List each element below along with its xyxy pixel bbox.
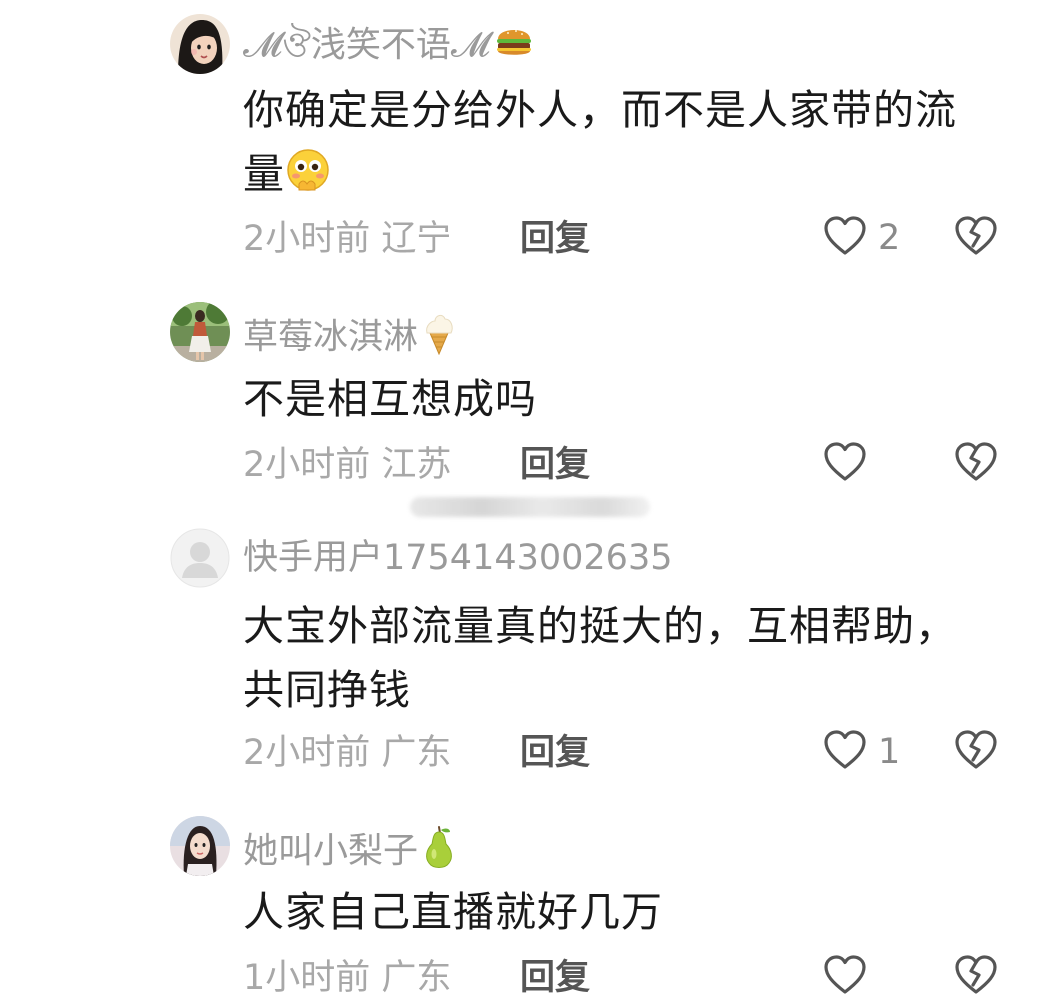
username-text: 草莓冰淇淋	[243, 317, 419, 358]
comment-body: 不是相互想成吗	[243, 375, 537, 423]
reply-button[interactable]: 回复	[520, 731, 590, 775]
username[interactable]: 草莓冰淇淋	[243, 311, 456, 366]
comment-body: 人家自己直播就好几万	[243, 888, 663, 936]
comment-time: 2小时前	[243, 733, 371, 773]
avatar-image	[170, 14, 230, 74]
dislike-button[interactable]	[952, 216, 1000, 260]
heart-outline-icon	[822, 215, 868, 261]
username-text: 𝓜ঔ浅笑不语𝓜	[243, 25, 491, 66]
avatar[interactable]	[170, 14, 230, 74]
comment-text: 不是相互想成吗	[243, 367, 983, 431]
reply-button[interactable]: 回复	[520, 443, 590, 487]
heart-outline-icon	[822, 441, 868, 487]
default-avatar-icon[interactable]	[170, 528, 230, 588]
username[interactable]: 𝓜ঔ浅笑不语𝓜	[243, 23, 534, 70]
shy-face-emoji-icon	[285, 148, 331, 212]
comment-location: 广东	[381, 733, 452, 773]
redacted-strip	[410, 497, 650, 517]
comment-location: 广东	[381, 958, 452, 998]
comment-time: 2小时前	[243, 219, 371, 259]
ice-cream-emoji-icon	[422, 311, 456, 366]
dislike-button[interactable]	[952, 442, 1000, 486]
like-count: 1	[878, 732, 901, 772]
like-button[interactable]: 1	[822, 730, 900, 774]
username-text: 快手用户1754143002635	[243, 538, 673, 578]
reply-button[interactable]: 回复	[520, 217, 590, 261]
comment-location: 江苏	[381, 445, 452, 485]
broken-heart-icon	[953, 441, 999, 487]
heart-outline-icon	[822, 954, 868, 1000]
avatar-image	[170, 528, 230, 588]
like-button[interactable]	[822, 955, 878, 999]
username[interactable]: 快手用户1754143002635	[243, 536, 673, 580]
heart-outline-icon	[822, 729, 868, 775]
avatar-image	[170, 302, 230, 362]
comment-meta: 2小时前 江苏	[243, 443, 451, 487]
reply-button[interactable]: 回复	[520, 956, 590, 1000]
like-count: 2	[878, 218, 901, 258]
comment-location: 辽宁	[381, 219, 452, 259]
avatar[interactable]	[170, 816, 230, 876]
pear-emoji-icon	[422, 824, 456, 881]
like-button[interactable]	[822, 442, 878, 486]
comment-time: 2小时前	[243, 445, 371, 485]
comment-text: 你确定是分给外人，而不是人家带的流量	[243, 78, 983, 212]
comment-meta: 1小时前 广东	[243, 956, 451, 1000]
dislike-button[interactable]	[952, 730, 1000, 774]
comment-time: 1小时前	[243, 958, 371, 998]
broken-heart-icon	[953, 729, 999, 775]
avatar-image	[170, 816, 230, 876]
comment-body: 你确定是分给外人，而不是人家带的流量	[243, 86, 957, 198]
broken-heart-icon	[953, 215, 999, 261]
comment-text: 人家自己直播就好几万	[243, 880, 983, 944]
dislike-button[interactable]	[952, 955, 1000, 999]
burger-emoji-icon	[494, 23, 534, 70]
like-button[interactable]: 2	[822, 216, 900, 260]
username[interactable]: 她叫小梨子	[243, 824, 456, 881]
broken-heart-icon	[953, 954, 999, 1000]
username-text: 她叫小梨子	[243, 831, 419, 872]
comment-meta: 2小时前 辽宁	[243, 217, 451, 261]
comment-body: 大宝外部流量真的挺大的，互相帮助，共同挣钱	[243, 602, 957, 714]
comment-meta: 2小时前 广东	[243, 731, 451, 775]
comment-text: 大宝外部流量真的挺大的，互相帮助，共同挣钱	[243, 594, 983, 722]
avatar[interactable]	[170, 302, 230, 362]
